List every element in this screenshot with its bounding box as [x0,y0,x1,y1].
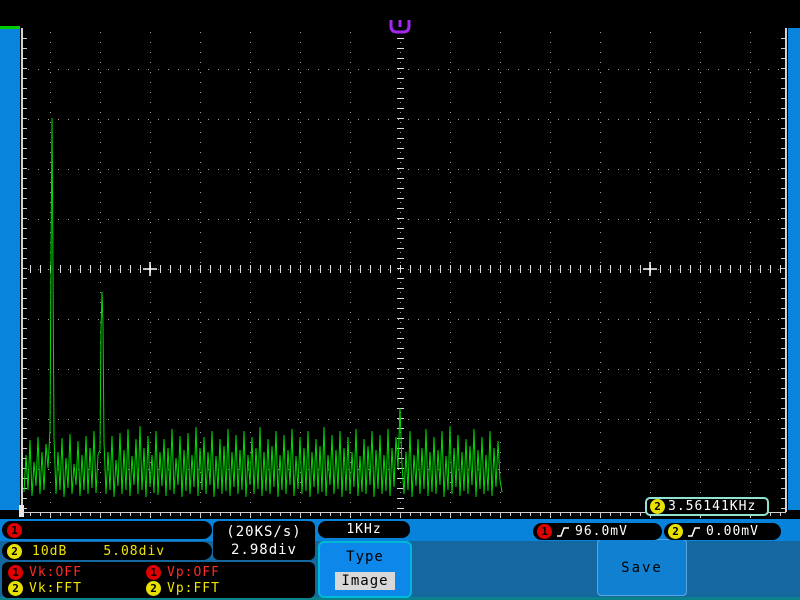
trigger-level-ch1-value: 96.0mV [575,524,628,539]
vp-ch1-status: Vp:OFF [167,564,220,580]
rising-edge-icon [557,526,569,537]
sample-rate: (20KS/s) [226,523,302,540]
trigger-level-ch2: 2 0.00mV [664,523,781,540]
acquisition-window: 2.98div [230,541,297,558]
rising-edge-icon [688,526,700,537]
channel1-badge: 1 [7,522,22,538]
vk-ch1-status: Vk:OFF [29,564,82,580]
save-button-label: Save [621,559,663,576]
channel2-badge: 2 [8,580,23,596]
cursor-frequency-value: 3.56141KHz [668,499,757,514]
graticule-display [0,0,800,519]
channel2-position: 5.08div [103,543,166,559]
channel1-badge: 1 [537,524,552,539]
channel2-status-box: 2 10dB 5.08div [2,542,212,560]
cursor-status-box: 1 Vk:OFF 1 Vp:OFF 2 Vk:FFT 2 Vp:FFT [2,562,315,598]
vp-ch2-status: Vp:FFT [167,580,220,596]
frequency-reference: 1KHz [346,522,382,537]
trigger-level-ch2-value: 0.00mV [706,524,759,539]
channel1-badge: 1 [8,564,23,580]
type-menu-label: Type [346,549,384,566]
left-margin [0,29,20,510]
channel2-badge: 2 [668,524,683,539]
acquisition-box: (20KS/s) 2.98div [213,521,315,560]
channel2-badge: 2 [7,543,22,559]
channel1-status-box: 1 [2,521,212,539]
trigger-level-ch1: 1 96.0mV [533,523,662,540]
type-menu-button[interactable]: Type Image [318,541,412,598]
frequency-reference-box: 1KHz [318,521,410,538]
right-margin [788,28,800,510]
cursor-frequency-readout: 2 3.56141KHz [645,497,769,516]
vk-ch2-status: Vk:FFT [29,580,82,596]
right-ruler-line [785,28,787,512]
type-menu-selected-value[interactable]: Image [335,571,395,590]
channel2-scale: 10dB [32,543,68,559]
channel2-badge: 2 [146,580,161,596]
channel2-badge: 2 [650,499,665,514]
bottom-ruler-end-block [19,505,24,517]
channel1-badge: 1 [146,564,161,580]
left-ruler-line [21,28,23,512]
oscilloscope-screen: 2 3.56141KHz 1 2 10dB 5.08div (20KS/s) 2… [0,0,800,600]
trace-position-marker [0,26,20,29]
save-button[interactable]: Save [597,539,687,596]
